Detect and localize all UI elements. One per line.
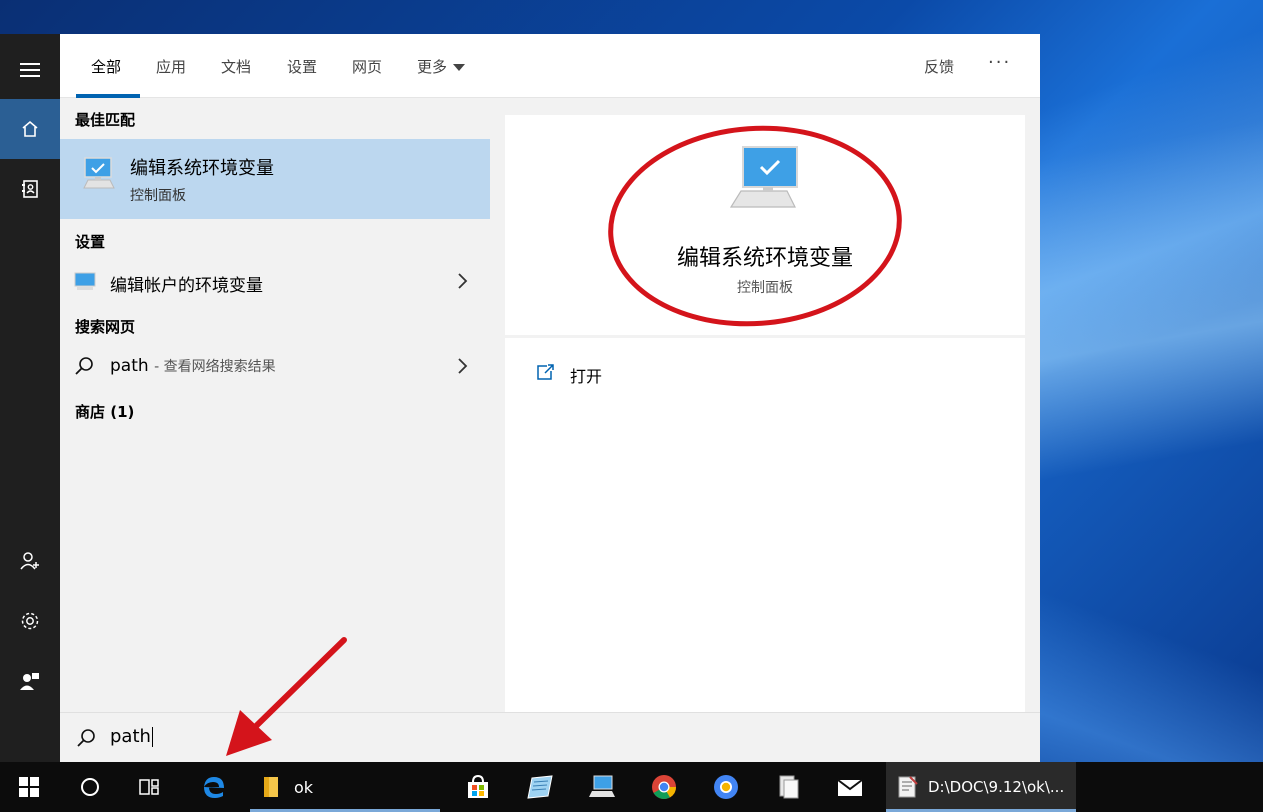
search-box[interactable]: path: [60, 712, 1040, 762]
tab-more[interactable]: 更多: [417, 56, 466, 77]
chrome-icon[interactable]: [636, 762, 692, 812]
best-match-header: 最佳匹配: [75, 111, 136, 129]
monitor-check-icon: [82, 156, 116, 200]
web-search-result-item[interactable]: path - 查看网络搜索结果: [60, 347, 490, 387]
tab-all[interactable]: 全部: [91, 56, 121, 77]
folder-icon: [264, 777, 278, 797]
tab-apps[interactable]: 应用: [156, 56, 186, 77]
store-header[interactable]: 商店 (1): [75, 401, 134, 422]
web-search-query: path: [110, 356, 149, 376]
search-input[interactable]: path: [110, 726, 153, 747]
wallpaper-light-ray: [1040, 0, 1263, 762]
tab-more-label: 更多: [417, 58, 448, 76]
taskbar-active-window[interactable]: D:\DOC\9.12\ok\...: [886, 762, 1076, 812]
task-view-icon[interactable]: [122, 762, 178, 812]
taskbar-folder-ok[interactable]: ok: [250, 762, 440, 812]
open-action-button[interactable]: 打开: [570, 363, 602, 387]
settings-result-item[interactable]: 编辑帐户的环境变量: [60, 262, 490, 302]
best-match-subtitle: 控制面板: [130, 188, 186, 204]
taskbar-folder-label: ok: [294, 777, 314, 797]
search-input-value: path: [110, 726, 151, 747]
windows-start-icon[interactable]: [0, 762, 58, 812]
monitor-icon: [74, 272, 96, 296]
tab-settings[interactable]: 设置: [287, 56, 317, 77]
feedback-person-icon[interactable]: [0, 651, 60, 711]
text-cursor: [151, 727, 153, 747]
notepad-app-icon[interactable]: [512, 762, 568, 812]
open-external-icon: [535, 363, 555, 385]
tab-web[interactable]: 网页: [352, 56, 382, 77]
web-search-hint: - 查看网络搜索结果: [154, 359, 276, 375]
home-icon[interactable]: [0, 99, 60, 159]
more-options-button[interactable]: ···: [988, 52, 1011, 73]
hamburger-icon[interactable]: [0, 40, 60, 100]
red-arrow-annotation: [226, 637, 347, 756]
search-icon: [76, 728, 96, 752]
tab-documents[interactable]: 文档: [221, 56, 251, 77]
actions-pane: 打开: [505, 338, 1025, 712]
notebook-icon[interactable]: [0, 159, 60, 219]
gear-icon[interactable]: [0, 591, 60, 651]
chevron-right-icon[interactable]: [456, 272, 468, 294]
edge-browser-icon[interactable]: [186, 762, 242, 812]
computer-icon[interactable]: [574, 762, 630, 812]
user-add-icon[interactable]: [0, 531, 60, 591]
notepad-icon: [898, 776, 918, 798]
search-panel: 全部 应用 文档 设置 网页 更多 反馈 ··· 最佳匹配 编辑系统环境变量 控…: [60, 34, 1040, 762]
store-icon[interactable]: [450, 762, 506, 812]
chevron-right-icon[interactable]: [456, 357, 468, 379]
chevron-down-icon: [453, 64, 466, 71]
cortana-icon[interactable]: [62, 762, 118, 812]
settings-result-label: 编辑帐户的环境变量: [110, 276, 263, 296]
settings-header: 设置: [75, 233, 106, 251]
chrome-canary-icon[interactable]: [698, 762, 754, 812]
taskbar-window-title: D:\DOC\9.12\ok\...: [928, 778, 1065, 796]
best-match-item[interactable]: 编辑系统环境变量 控制面板: [60, 139, 490, 219]
results-list: 最佳匹配 编辑系统环境变量 控制面板 设置 编辑帐户的环境变量 搜索网页 pat…: [60, 98, 490, 712]
mail-icon[interactable]: [822, 762, 878, 812]
best-match-title: 编辑系统环境变量: [130, 158, 274, 179]
document-tool-icon[interactable]: [760, 762, 816, 812]
start-left-rail: [0, 34, 60, 762]
taskbar: ok D:\DOC\9.12\ok\...: [0, 762, 1263, 812]
web-search-header: 搜索网页: [75, 318, 136, 336]
feedback-button[interactable]: 反馈: [924, 56, 954, 77]
search-icon: [74, 356, 94, 380]
web-search-label: path - 查看网络搜索结果: [110, 356, 276, 376]
filter-tab-bar: 全部 应用 文档 设置 网页 更多 反馈 ···: [60, 34, 1040, 98]
